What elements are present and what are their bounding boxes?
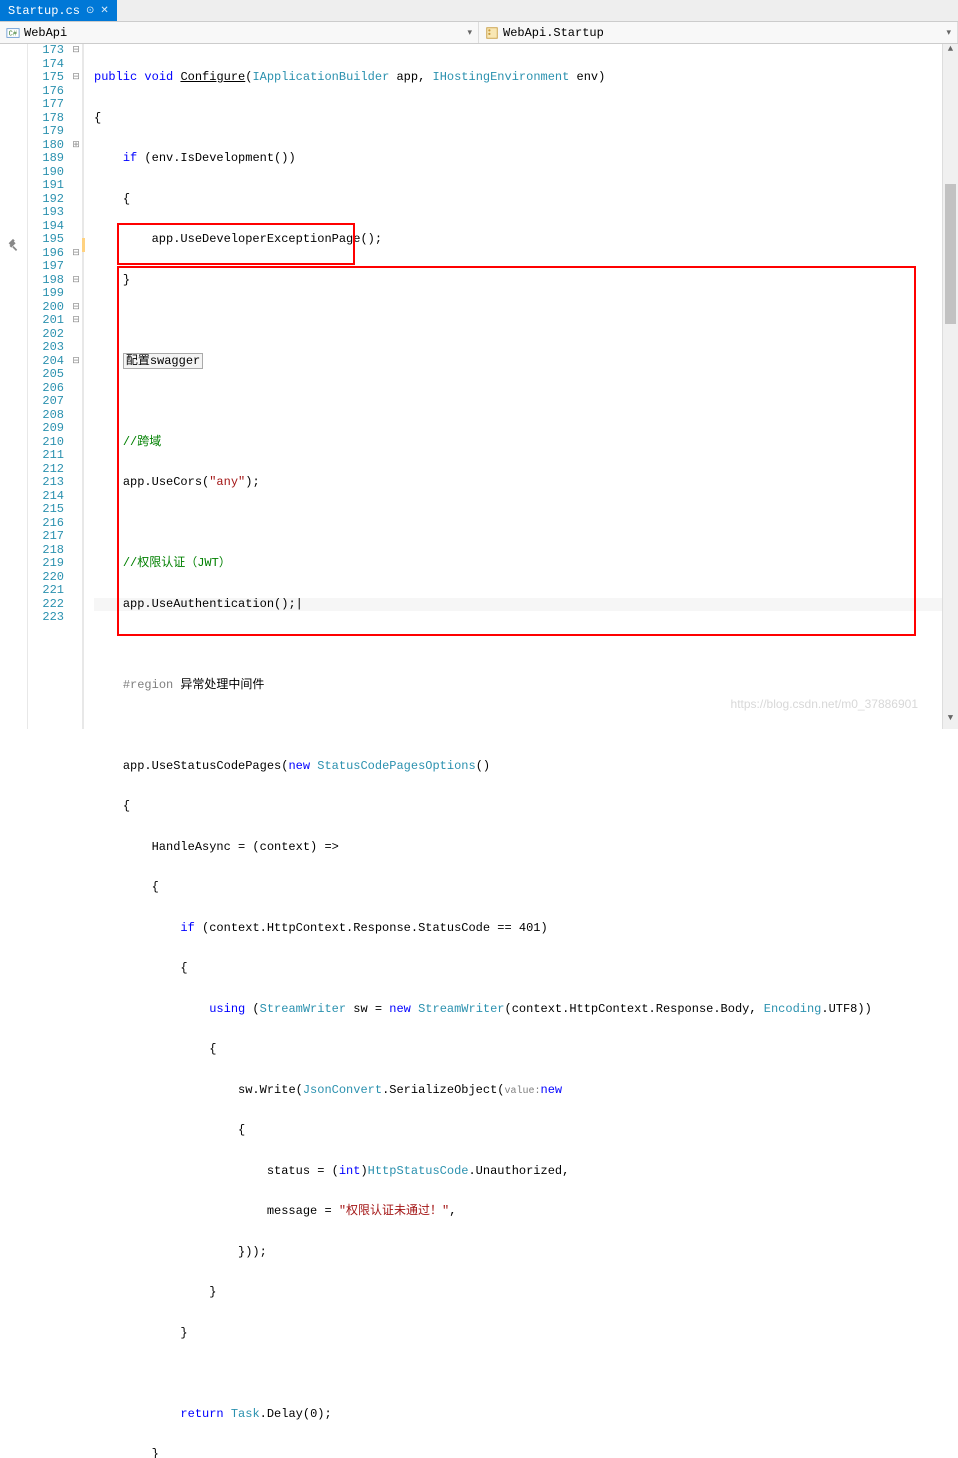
- type: HttpStatusCode: [368, 1164, 469, 1178]
- folding-gutter[interactable]: ⊟⊟⊞⊟⊟⊟⊟⊟: [70, 44, 82, 729]
- text: app.UseAuthentication();: [123, 597, 296, 611]
- scroll-down-icon[interactable]: ▼: [943, 713, 958, 729]
- type: Task: [231, 1407, 260, 1421]
- keyword: using: [209, 1002, 245, 1016]
- type: StreamWriter: [260, 1002, 346, 1016]
- nav-class-dropdown[interactable]: WebApi.Startup ▾: [479, 22, 958, 43]
- svg-text:C#: C#: [9, 30, 17, 38]
- text: (context.HttpContext.Response.StatusCode…: [195, 921, 548, 935]
- param-hint: value:: [504, 1086, 540, 1097]
- change-marker: [82, 238, 85, 252]
- text: (context.HttpContext.Response.Body,: [505, 1002, 764, 1016]
- tab-label: Startup.cs: [8, 4, 80, 18]
- brace: {: [123, 799, 130, 813]
- vertical-scrollbar[interactable]: ▲ ▼: [942, 44, 958, 729]
- text: status = (: [267, 1164, 339, 1178]
- document-tabs: Startup.cs ⊙ ✕: [0, 0, 958, 22]
- nav-project-dropdown[interactable]: C# WebApi ▾: [0, 22, 479, 43]
- keyword: public: [94, 70, 137, 84]
- tab-startup-cs[interactable]: Startup.cs ⊙ ✕: [0, 0, 117, 21]
- text: (env.IsDevelopment()): [137, 151, 295, 165]
- keyword: new: [288, 759, 310, 773]
- close-icon[interactable]: ✕: [100, 5, 108, 17]
- scroll-up-icon[interactable]: ▲: [943, 44, 958, 60]
- text: app,: [389, 70, 432, 84]
- csharp-project-icon: C#: [6, 26, 20, 40]
- region-kw: #region: [123, 678, 173, 692]
- code-editor[interactable]: 1731741751761771781791801891901911921931…: [0, 44, 958, 729]
- quick-actions-icon[interactable]: [6, 238, 20, 252]
- nav-project-label: WebApi: [24, 26, 67, 40]
- region-label: 异常处理中间件: [173, 678, 264, 692]
- type: JsonConvert: [303, 1083, 382, 1097]
- text: .UTF8)): [821, 1002, 871, 1016]
- brace: {: [123, 192, 130, 206]
- text: HandleAsync = (context) =>: [152, 840, 339, 854]
- code-nav-bar: C# WebApi ▾ WebApi.Startup ▾: [0, 22, 958, 44]
- text: .SerializeObject(: [382, 1083, 504, 1097]
- comment: //跨域: [123, 435, 161, 449]
- brace: {: [238, 1123, 245, 1137]
- brace: }: [209, 1285, 216, 1299]
- keyword: new: [389, 1002, 411, 1016]
- class-icon: [485, 26, 499, 40]
- text: }));: [238, 1245, 267, 1259]
- keyword: void: [144, 70, 173, 84]
- string: "any": [209, 475, 245, 489]
- text: app.UseDeveloperExceptionPage();: [152, 232, 382, 246]
- code-area[interactable]: public void Configure(IApplicationBuilde…: [84, 44, 958, 729]
- keyword: new: [541, 1083, 563, 1097]
- keyword: return: [180, 1407, 223, 1421]
- brace: }: [152, 1447, 159, 1458]
- nav-class-label: WebApi.Startup: [503, 26, 604, 40]
- type: IHostingEnvironment: [433, 70, 570, 84]
- brace: }: [180, 1326, 187, 1340]
- scrollbar-thumb[interactable]: [945, 184, 956, 324]
- text: );: [245, 475, 259, 489]
- text: app.UseCors(: [123, 475, 209, 489]
- pin-icon[interactable]: ⊙: [86, 5, 94, 17]
- keyword: if: [180, 921, 194, 935]
- text: (): [476, 759, 490, 773]
- type: IApplicationBuilder: [252, 70, 389, 84]
- chevron-down-icon: ▾: [946, 28, 951, 38]
- type: Encoding: [764, 1002, 822, 1016]
- line-numbers: 1731741751761771781791801891901911921931…: [28, 44, 70, 729]
- breakpoint-margin[interactable]: [0, 44, 28, 729]
- text: message =: [267, 1204, 339, 1218]
- text: ): [360, 1164, 367, 1178]
- text: env): [569, 70, 605, 84]
- type: StreamWriter: [418, 1002, 504, 1016]
- method-name: Configure: [180, 70, 245, 84]
- brace: {: [180, 961, 187, 975]
- brace: {: [209, 1042, 216, 1056]
- chevron-down-icon: ▾: [467, 28, 472, 38]
- text: ,: [449, 1204, 456, 1218]
- collapsed-region[interactable]: 配置swagger: [123, 353, 203, 369]
- brace: }: [123, 273, 130, 287]
- keyword: int: [339, 1164, 361, 1178]
- watermark: https://blog.csdn.net/m0_37886901: [731, 697, 918, 711]
- keyword: if: [123, 151, 137, 165]
- text: .Delay(0);: [260, 1407, 332, 1421]
- type: StatusCodePagesOptions: [317, 759, 475, 773]
- text: app.UseStatusCodePages(: [123, 759, 289, 773]
- text: (: [245, 1002, 259, 1016]
- text: sw.Write(: [238, 1083, 303, 1097]
- brace: {: [94, 112, 958, 126]
- text: .Unauthorized,: [468, 1164, 569, 1178]
- string: "权限认证未通过！": [339, 1204, 449, 1218]
- comment: //权限认证（JWT）: [123, 556, 231, 570]
- text: sw =: [346, 1002, 389, 1016]
- brace: {: [152, 880, 159, 894]
